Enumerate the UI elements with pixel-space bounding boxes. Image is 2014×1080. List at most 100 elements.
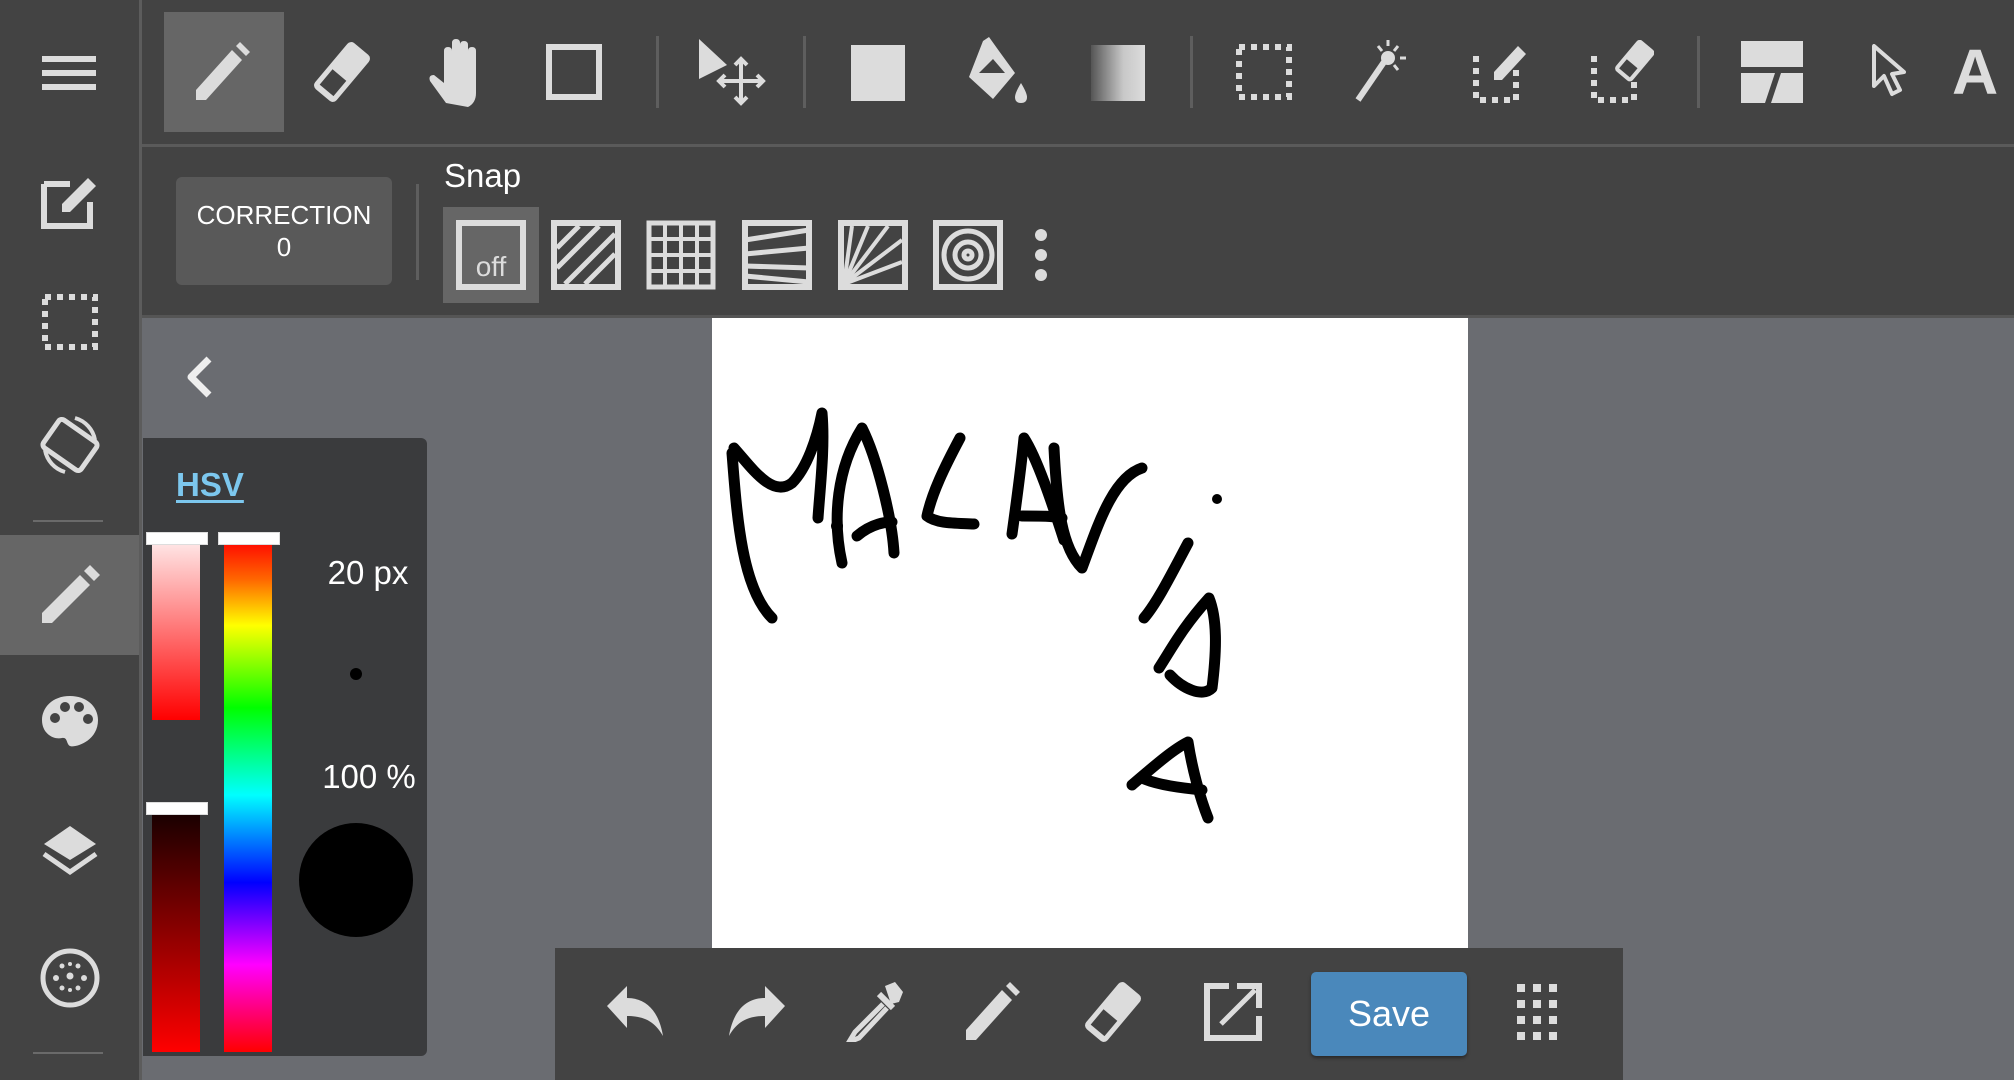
undo-icon xyxy=(607,986,663,1036)
snap-off-text: off xyxy=(476,251,507,282)
tool-pen[interactable] xyxy=(164,12,284,132)
sidebar-item-edit[interactable] xyxy=(0,140,139,260)
stroke-letter-l xyxy=(921,432,980,530)
selection-eraser-icon xyxy=(1591,40,1654,103)
correction-button[interactable]: CORRECTION 0 xyxy=(176,177,392,285)
tool-fill-rect[interactable] xyxy=(818,12,938,132)
snap-label: Snap xyxy=(444,157,522,194)
sidebar-item-rotate[interactable] xyxy=(0,385,139,505)
snap-off-button[interactable]: off xyxy=(443,207,539,303)
grid-dots-icon xyxy=(1517,984,1557,1040)
brush-opacity-value[interactable]: 100 % xyxy=(306,758,432,796)
stroke-letter-d xyxy=(1153,592,1221,698)
snap-parallel-button[interactable] xyxy=(538,207,634,303)
tool-frame[interactable] xyxy=(1712,12,1832,132)
brush-size-value[interactable]: 20 px xyxy=(313,554,423,592)
stroke-letter-v xyxy=(1048,442,1148,574)
dashed-selection-icon xyxy=(41,294,98,350)
palette-icon xyxy=(41,696,98,747)
collapse-panel-button[interactable] xyxy=(178,350,222,404)
left-sidebar xyxy=(0,0,142,1080)
tool-property-bar: CORRECTION 0 Snap off xyxy=(142,147,2014,318)
hue-slider-handle[interactable] xyxy=(218,532,280,545)
snap-grid-button[interactable] xyxy=(633,207,729,303)
text-icon: A xyxy=(1952,36,1999,108)
sidebar-item-materials[interactable] xyxy=(0,918,139,1038)
undo-button[interactable] xyxy=(593,970,677,1054)
eraser-icon xyxy=(314,42,370,102)
chevron-left-icon xyxy=(187,356,212,398)
eraser-button[interactable] xyxy=(1071,970,1155,1054)
sidebar-divider xyxy=(33,1052,103,1054)
toolbar-separator xyxy=(803,36,806,108)
cursor-arrow-icon xyxy=(1872,44,1906,96)
snap-concentric-button[interactable] xyxy=(920,207,1016,303)
sidebar-item-pen[interactable] xyxy=(0,535,139,655)
snap-perspective-button[interactable] xyxy=(729,207,825,303)
drawing-canvas[interactable] xyxy=(712,318,1468,948)
hsv-mode-tab[interactable]: HSV xyxy=(176,466,244,504)
rectangle-outline-icon xyxy=(546,44,602,100)
brush-size-preview xyxy=(350,668,362,680)
pencil-icon xyxy=(41,565,100,623)
toolbar-separator xyxy=(1190,36,1193,108)
value-slider-handle[interactable] xyxy=(146,802,208,815)
tool-selection-pen[interactable] xyxy=(1442,12,1562,132)
canvas-drawing-malavida xyxy=(726,407,1222,824)
stroke-letter-m xyxy=(726,407,829,624)
saturation-slider-handle[interactable] xyxy=(146,532,208,545)
gradient-icon xyxy=(1091,45,1145,101)
snap-perspective-icon xyxy=(742,220,812,290)
value-slider[interactable] xyxy=(152,808,200,1052)
snap-radial-button[interactable] xyxy=(825,207,921,303)
eyedropper-icon xyxy=(846,982,903,1042)
tool-operation[interactable] xyxy=(1830,12,1950,132)
tool-eraser[interactable] xyxy=(282,12,402,132)
rotate-screen-icon xyxy=(39,416,100,474)
sidebar-item-color[interactable] xyxy=(0,662,139,782)
tool-bucket[interactable] xyxy=(938,12,1058,132)
eyedropper-button[interactable] xyxy=(833,970,917,1054)
sidebar-item-selection[interactable] xyxy=(0,262,139,382)
tool-text[interactable]: A xyxy=(1952,12,2014,132)
canvas-dot xyxy=(1212,494,1222,504)
hand-icon xyxy=(429,39,476,107)
brush-dots-icon xyxy=(40,948,99,1008)
snap-grid-icon xyxy=(646,220,716,290)
hamburger-menu-icon xyxy=(41,56,96,90)
pencil-icon xyxy=(196,42,250,100)
paint-bucket-icon xyxy=(969,37,1027,103)
tool-hand[interactable] xyxy=(400,12,520,132)
snap-more-button[interactable] xyxy=(1016,207,1066,303)
tool-select[interactable] xyxy=(1204,12,1324,132)
sidebar-item-layers[interactable] xyxy=(0,790,139,910)
snap-radial-icon xyxy=(838,220,908,290)
tool-move[interactable] xyxy=(672,12,792,132)
more-options-button[interactable] xyxy=(1497,970,1581,1054)
redo-button[interactable] xyxy=(715,970,799,1054)
filled-square-icon xyxy=(851,45,905,101)
redo-icon xyxy=(729,986,785,1036)
save-button[interactable]: Save xyxy=(1311,972,1467,1056)
saturation-slider[interactable] xyxy=(152,538,200,720)
hue-slider[interactable] xyxy=(224,538,272,1052)
toolbar-separator xyxy=(1697,36,1700,108)
more-vertical-icon xyxy=(1035,229,1047,281)
layers-icon xyxy=(42,826,97,876)
pencil-icon xyxy=(966,982,1020,1040)
current-color-swatch[interactable] xyxy=(299,823,413,937)
tool-shape[interactable] xyxy=(514,12,634,132)
edit-square-icon xyxy=(40,178,96,229)
toolbar-separator xyxy=(656,36,659,108)
top-toolbar: A xyxy=(142,0,2014,147)
tool-gradient[interactable] xyxy=(1058,12,1178,132)
dashed-selection-icon xyxy=(1236,44,1292,100)
correction-label: CORRECTION xyxy=(196,200,372,230)
snap-concentric-icon xyxy=(933,220,1003,290)
pen-button[interactable] xyxy=(952,970,1036,1054)
stroke-letter-i xyxy=(1138,537,1194,624)
sidebar-item-menu[interactable] xyxy=(0,12,139,132)
export-button[interactable] xyxy=(1191,970,1275,1054)
tool-magic-wand[interactable] xyxy=(1324,12,1444,132)
tool-selection-eraser[interactable] xyxy=(1562,12,1682,132)
